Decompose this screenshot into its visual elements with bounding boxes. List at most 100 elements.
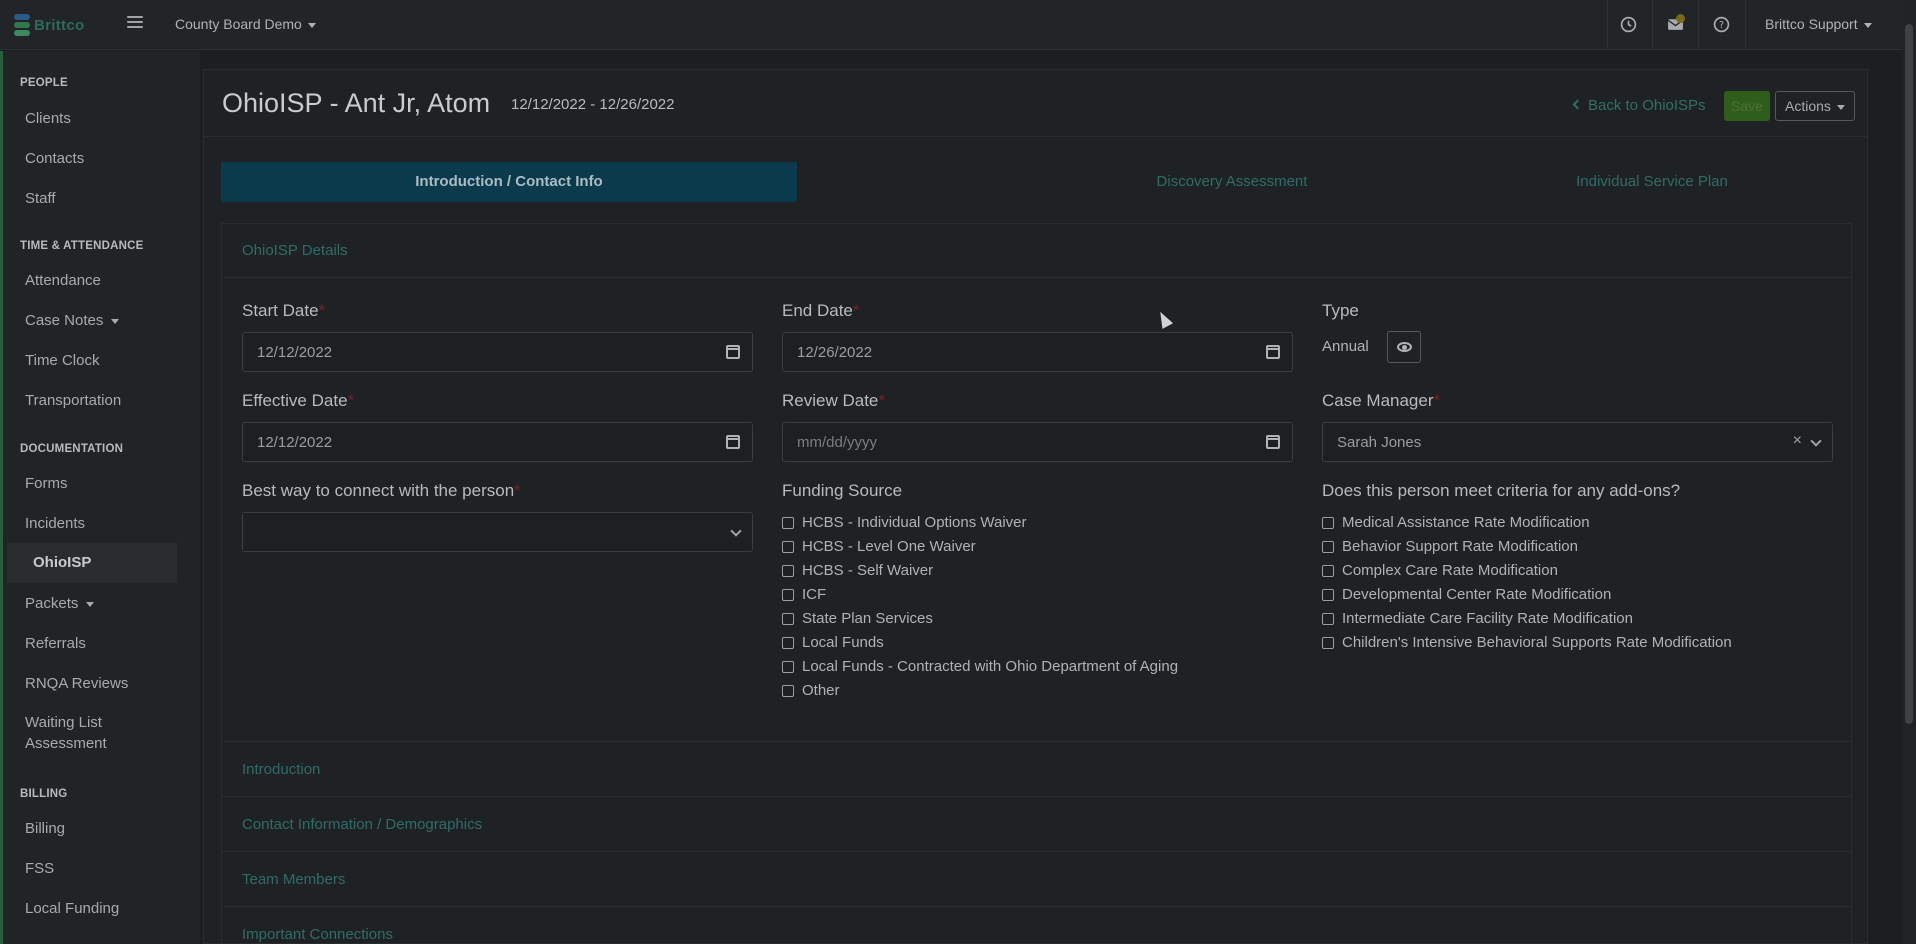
type-label: Type [1322,301,1359,320]
actions-dropdown-button[interactable]: Actions [1775,91,1855,121]
addon-option[interactable]: Developmental Center Rate Modification [1322,586,1611,603]
org-selector-dropdown[interactable]: County Board Demo [175,16,316,32]
checkbox[interactable] [1322,540,1334,553]
funding-option[interactable]: Other [782,682,840,699]
sidebar-item-incidents[interactable]: Incidents [25,515,85,532]
end-date-value: 12/26/2022 [797,344,873,361]
sidebar-section-documentation: DOCUMENTATION [20,443,124,455]
section-heading-ohioisp-details[interactable]: OhioISP Details [242,242,348,259]
addon-option[interactable]: Medical Assistance Rate Modification [1322,514,1590,531]
sidebar-item-billing[interactable]: Billing [25,820,65,837]
sidebar-item-assessment-label: Assessment [25,735,107,752]
clear-selection-icon[interactable]: × [1793,432,1802,450]
sidebar-item-staff[interactable]: Staff [25,190,56,207]
end-date-label: End Date* [782,301,860,320]
addons-label: Does this person meet criteria for any a… [1322,481,1681,500]
sidebar-item-contacts[interactable]: Contacts [25,150,84,167]
sidebar-item-case-notes[interactable]: Case Notes [25,312,120,329]
caret-down-icon [1836,104,1845,110]
start-date-input[interactable]: 12/12/2022 [242,332,753,372]
start-date-label: Start Date* [242,301,326,320]
addon-option[interactable]: Children's Intensive Behavioral Supports… [1322,634,1732,651]
page-title: OhioISP - Ant Jr, Atom [222,88,491,118]
calendar-icon[interactable] [1266,345,1280,359]
checkbox[interactable] [1322,516,1334,529]
checkbox[interactable] [782,612,794,625]
sidebar-item-transportation[interactable]: Transportation [25,392,121,409]
back-to-ohioisps-link[interactable]: Back to OhioISPs [1572,97,1706,114]
user-menu-label: Brittco Support [1765,16,1858,32]
checkbox[interactable] [782,516,794,529]
checkbox[interactable] [782,660,794,673]
history-icon[interactable] [1620,16,1637,33]
checkbox[interactable] [782,540,794,553]
accordion-team-members[interactable]: Team Members [242,871,345,888]
sidebar-section-people: PEOPLE [20,77,68,89]
connect-method-select[interactable] [242,512,753,552]
sidebar-item-local-funding[interactable]: Local Funding [25,900,119,917]
checkbox[interactable] [782,636,794,649]
hamburger-menu-icon[interactable] [127,16,143,30]
calendar-icon[interactable] [1266,435,1280,449]
connect-method-label: Best way to connect with the person* [242,481,521,500]
checkbox[interactable] [1322,612,1334,625]
case-manager-select[interactable]: Sarah Jones × [1322,422,1833,462]
brittco-logo[interactable]: Brittco [14,13,84,37]
accordion-contact-information[interactable]: Contact Information / Demographics [242,816,482,833]
checkbox[interactable] [782,588,794,601]
logo-text: Brittco [34,16,85,34]
end-date-input[interactable]: 12/26/2022 [782,332,1293,372]
funding-option[interactable]: State Plan Services [782,610,933,627]
sidebar-item-waiting-list-assessment[interactable]: Waiting List Assessment [25,714,107,752]
caret-down-icon [307,22,316,28]
checkbox[interactable] [782,684,794,697]
tab-introduction-contact-info[interactable]: Introduction / Contact Info [221,162,797,202]
sidebar-item-fss[interactable]: FSS [25,860,54,877]
effective-date-input[interactable]: 12/12/2022 [242,422,753,462]
review-date-input[interactable]: mm/dd/yyyy [782,422,1293,462]
funding-option[interactable]: ICF [782,586,826,603]
caret-down-icon [86,601,95,607]
addon-option[interactable]: Behavior Support Rate Modification [1322,538,1578,555]
caret-down-icon [1863,22,1872,28]
view-type-button[interactable] [1387,331,1421,363]
sidebar-item-referrals[interactable]: Referrals [25,635,86,652]
sidebar-item-forms[interactable]: Forms [25,475,68,492]
help-icon[interactable]: ? [1713,16,1730,33]
save-button[interactable]: Save [1724,91,1770,121]
sidebar-item-clients[interactable]: Clients [25,110,71,127]
addon-option[interactable]: Complex Care Rate Modification [1322,562,1558,579]
page-date-range: 12/12/2022 - 12/26/2022 [511,96,675,113]
user-menu-dropdown[interactable]: Brittco Support [1765,16,1872,32]
sidebar-item-packets-label: Packets [25,595,79,612]
funding-option[interactable]: Local Funds - Contracted with Ohio Depar… [782,658,1178,675]
sidebar-item-rnqa-reviews[interactable]: RNQA Reviews [25,675,128,692]
funding-option[interactable]: HCBS - Level One Waiver [782,538,976,555]
effective-date-label: Effective Date* [242,391,355,410]
tab-individual-service-plan[interactable]: Individual Service Plan [1487,162,1817,202]
chevron-down-icon[interactable] [730,525,742,537]
svg-text:?: ? [1719,20,1724,31]
notification-badge [1676,14,1685,23]
sidebar-item-ohioisp[interactable]: OhioISP [7,543,177,583]
page-scrollbar-thumb[interactable] [1905,24,1913,724]
sidebar-item-time-clock[interactable]: Time Clock [25,352,99,369]
addon-option[interactable]: Intermediate Care Facility Rate Modifica… [1322,610,1633,627]
chevron-down-icon[interactable] [1810,435,1822,447]
accordion-introduction[interactable]: Introduction [242,761,320,778]
funding-option[interactable]: HCBS - Self Waiver [782,562,933,579]
checkbox[interactable] [1322,564,1334,577]
sidebar-section-billing: BILLING [20,788,68,800]
checkbox[interactable] [1322,636,1334,649]
calendar-icon[interactable] [726,345,740,359]
calendar-icon[interactable] [726,435,740,449]
tab-discovery-assessment[interactable]: Discovery Assessment [1067,162,1397,202]
accordion-important-connections[interactable]: Important Connections [242,926,393,943]
funding-option[interactable]: Local Funds [782,634,884,651]
funding-option[interactable]: HCBS - Individual Options Waiver [782,514,1027,531]
sidebar-item-attendance[interactable]: Attendance [25,272,101,289]
checkbox[interactable] [1322,588,1334,601]
checkbox[interactable] [782,564,794,577]
caret-down-icon [111,318,120,324]
sidebar-item-packets[interactable]: Packets [25,595,95,612]
